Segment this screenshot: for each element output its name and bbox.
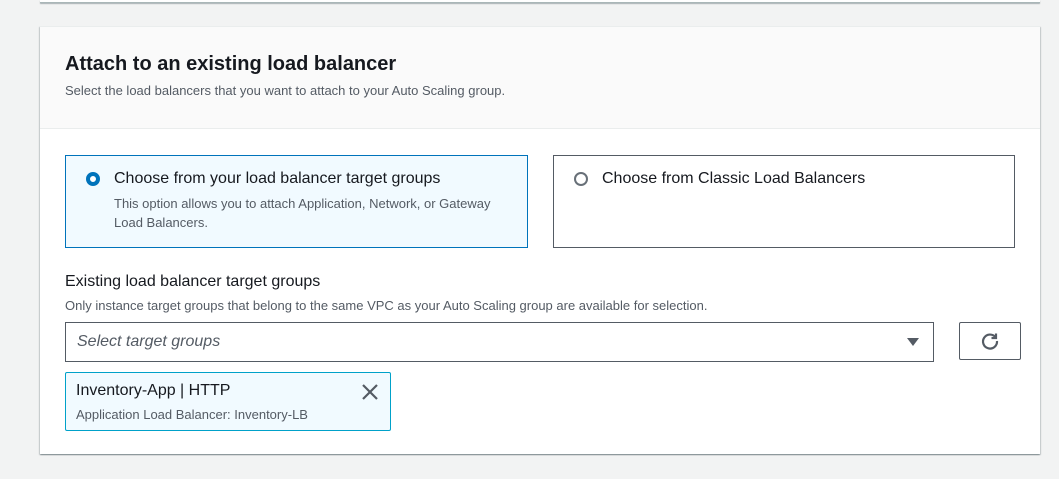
selected-target-group-token: Inventory-App | HTTP Application Load Ba… — [65, 372, 391, 431]
attach-load-balancer-panel: Attach to an existing load balancer Sele… — [40, 26, 1040, 454]
refresh-icon — [981, 333, 999, 350]
caret-down-icon — [907, 338, 919, 346]
target-groups-field-label: Existing load balancer target groups — [65, 273, 321, 290]
close-icon[interactable] — [360, 382, 380, 402]
token-subtitle: Application Load Balancer: Inventory-LB — [76, 407, 308, 422]
option-classic-lb-tile[interactable]: Choose from Classic Load Balancers — [553, 155, 1015, 248]
option-classic-lb-label: Choose from Classic Load Balancers — [602, 170, 866, 187]
previous-panel-edge — [40, 0, 1040, 3]
target-groups-field-description: Only instance target groups that belong … — [65, 298, 708, 313]
option-target-groups-description: This option allows you to attach Applica… — [114, 196, 491, 230]
radio-classic-lb[interactable] — [574, 172, 588, 186]
panel-header: Attach to an existing load balancer Sele… — [40, 27, 1040, 129]
refresh-button[interactable] — [959, 322, 1021, 360]
target-groups-select[interactable]: Select target groups — [65, 322, 934, 362]
option-target-groups-tile[interactable]: Choose from your load balancer target gr… — [65, 155, 528, 248]
panel-description: Select the load balancers that you want … — [65, 83, 506, 98]
radio-target-groups[interactable] — [86, 172, 100, 186]
option-target-groups-label: Choose from your load balancer target gr… — [114, 170, 441, 187]
panel-title: Attach to an existing load balancer — [65, 53, 397, 75]
target-groups-select-placeholder: Select target groups — [77, 333, 221, 350]
token-title: Inventory-App | HTTP — [76, 382, 231, 399]
